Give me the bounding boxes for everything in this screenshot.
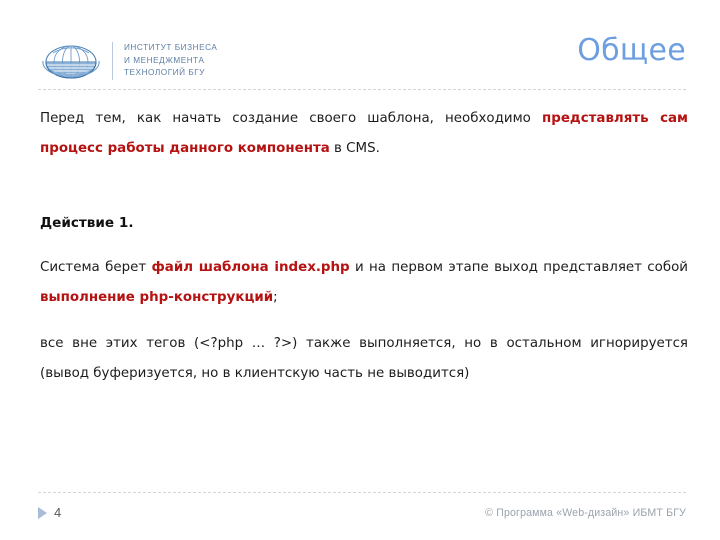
spacer-after-heading (40, 237, 688, 253)
triangle-right-icon (38, 507, 47, 519)
step-heading: Действие 1. (40, 215, 134, 231)
header-divider (38, 89, 686, 90)
step-text-part-3: ; (273, 290, 278, 305)
step-text-part-1: Система берет (40, 260, 152, 275)
copyright-notice: © Программа «Web-дизайн» ИБМТ БГУ (485, 507, 686, 519)
footer-divider (38, 492, 686, 493)
intro-text-before: Перед тем, как начать создание своего ша… (40, 111, 542, 126)
intro-text-after: в CMS. (329, 141, 380, 156)
step-body-paragraph: Система берет файл шаблона index.php и н… (40, 253, 688, 313)
note-paragraph: все вне этих тегов (<?php … ?>) также вы… (40, 336, 688, 381)
spacer-after-step-body (40, 313, 688, 329)
logo-divider (112, 42, 113, 80)
globe-logo-icon (42, 45, 100, 79)
institute-name: ИНСТИТУТ БИЗНЕСА И МЕНЕДЖМЕНТА ТЕХНОЛОГИ… (124, 42, 217, 79)
slide-footer: 4 © Программа «Web-дизайн» ИБМТ БГУ (38, 500, 686, 526)
step-text-part-2: и на первом этапе выход представляет соб… (349, 260, 688, 275)
step-emphasis-php-constructs: выполнение php-конструкций (40, 290, 274, 305)
slide: ИНСТИТУТ БИЗНЕСА И МЕНЕДЖМЕНТА ТЕХНОЛОГИ… (0, 0, 720, 540)
page-title: Общее (577, 33, 686, 68)
intro-paragraph: Перед тем, как начать создание своего ша… (40, 104, 688, 164)
institute-name-line-3: ТЕХНОЛОГИЙ БГУ (124, 68, 206, 78)
slide-body: Перед тем, как начать создание своего ша… (40, 104, 688, 389)
institute-name-line-2: И МЕНЕДЖМЕНТА (124, 55, 205, 65)
slide-number: 4 (54, 505, 62, 520)
institute-logo: ИНСТИТУТ БИЗНЕСА И МЕНЕДЖМЕНТА ТЕХНОЛОГИ… (40, 38, 217, 84)
slide-number-group: 4 (38, 505, 61, 521)
slide-header: ИНСТИТУТ БИЗНЕСА И МЕНЕДЖМЕНТА ТЕХНОЛОГИ… (0, 0, 720, 92)
institute-name-line-1: ИНСТИТУТ БИЗНЕСА (124, 43, 218, 53)
spacer-after-intro (40, 164, 688, 209)
step-emphasis-index-php: файл шаблона index.php (151, 260, 350, 275)
